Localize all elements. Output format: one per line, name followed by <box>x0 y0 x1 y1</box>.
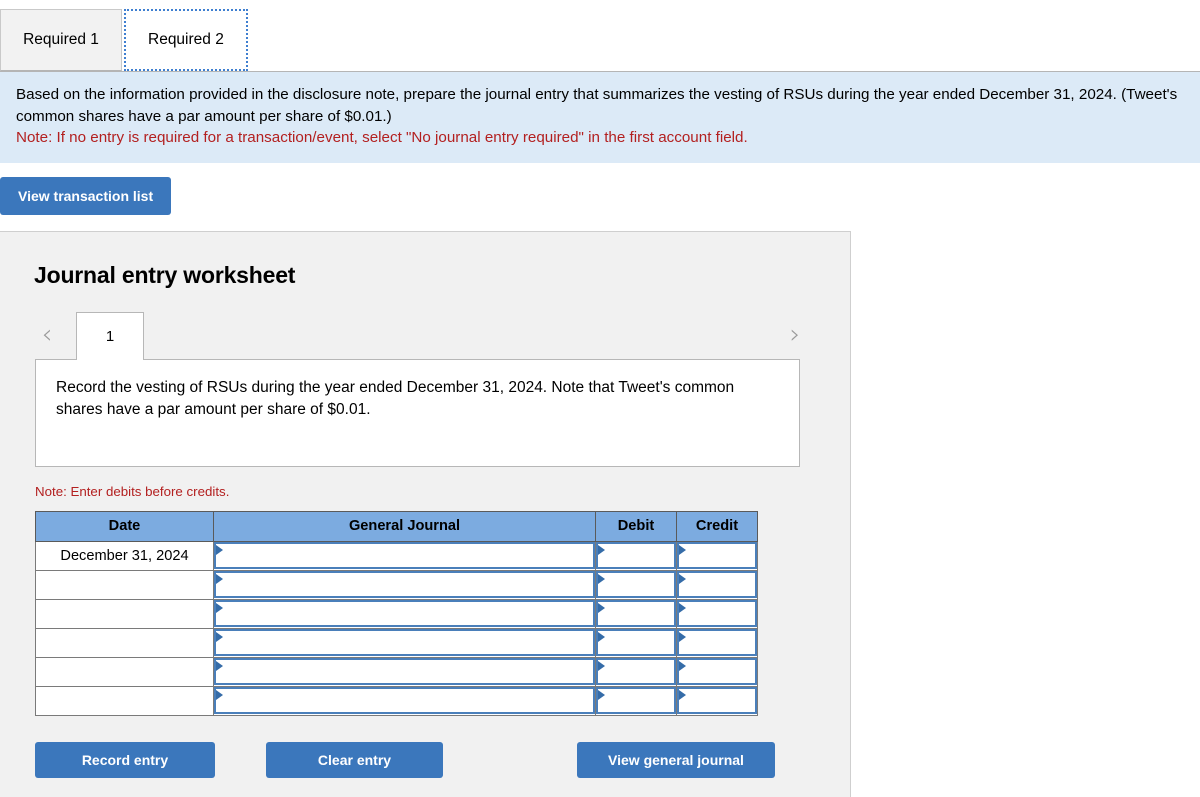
cell-date[interactable] <box>35 627 214 658</box>
chevron-left-icon[interactable]: ‹ <box>30 321 64 348</box>
general-journal-input[interactable] <box>225 689 591 713</box>
table-row: December 31, 2024 <box>35 540 758 571</box>
credit-input[interactable] <box>688 689 753 713</box>
debit-input[interactable] <box>607 689 672 713</box>
debit-input[interactable] <box>607 602 672 626</box>
debit-input[interactable] <box>607 631 672 655</box>
credit-field-wrapper <box>677 600 757 628</box>
cell-credit <box>676 685 758 716</box>
cell-debit <box>595 627 677 658</box>
cell-general-journal <box>213 540 596 571</box>
journal-table-body: December 31, 2024 <box>35 540 758 716</box>
general-journal-input[interactable] <box>225 631 591 655</box>
column-header-general-journal: General Journal <box>213 510 596 542</box>
cell-date[interactable] <box>35 656 214 687</box>
cell-general-journal <box>213 627 596 658</box>
debit-order-note: Note: Enter debits before credits. <box>35 483 230 499</box>
credit-field-wrapper <box>677 658 757 686</box>
cell-general-journal <box>213 598 596 629</box>
tab-required-2-label: Required 2 <box>148 31 224 48</box>
instructions-text: Based on the information provided in the… <box>16 86 1178 125</box>
general-journal-input[interactable] <box>225 573 591 597</box>
credit-input[interactable] <box>688 660 753 684</box>
tab-required-2[interactable]: Required 2 <box>124 9 248 71</box>
credit-input[interactable] <box>688 602 753 626</box>
table-row <box>35 569 758 600</box>
general-journal-input[interactable] <box>225 544 591 568</box>
debit-field-wrapper <box>596 571 676 599</box>
general-journal-field-wrapper <box>214 658 595 686</box>
general-journal-field-wrapper <box>214 629 595 657</box>
credit-field-wrapper <box>677 542 757 570</box>
instructions-note: Note: If no entry is required for a tran… <box>16 129 748 147</box>
general-journal-field-wrapper <box>214 571 595 599</box>
cell-general-journal <box>213 685 596 716</box>
cell-credit <box>676 627 758 658</box>
debit-field-wrapper <box>596 687 676 715</box>
general-journal-field-wrapper <box>214 600 595 628</box>
credit-input[interactable] <box>688 631 753 655</box>
worksheet-actions: Record entry Clear entry View general jo… <box>35 741 815 778</box>
debit-field-wrapper <box>596 629 676 657</box>
worksheet-pager: ‹ 1 › <box>0 311 850 360</box>
column-header-date: Date <box>35 510 214 542</box>
view-transaction-list-button[interactable]: View transaction list <box>0 176 172 215</box>
cell-general-journal <box>213 656 596 687</box>
cell-debit <box>595 569 677 600</box>
credit-input[interactable] <box>688 544 753 568</box>
cell-credit <box>676 569 758 600</box>
general-journal-input[interactable] <box>225 602 591 626</box>
table-row <box>35 627 758 658</box>
cell-date[interactable]: December 31, 2024 <box>35 540 214 571</box>
cell-credit <box>676 540 758 571</box>
cell-date[interactable] <box>35 569 214 600</box>
credit-field-wrapper <box>677 571 757 599</box>
general-journal-input[interactable] <box>225 660 591 684</box>
column-header-debit: Debit <box>595 510 677 542</box>
table-header-row: Date General Journal Debit Credit <box>35 510 758 542</box>
cell-credit <box>676 598 758 629</box>
tab-required-1[interactable]: Required 1 <box>0 9 122 71</box>
clear-entry-button[interactable]: Clear entry <box>266 741 443 778</box>
cell-credit <box>676 656 758 687</box>
debit-input[interactable] <box>607 544 672 568</box>
cell-debit <box>595 685 677 716</box>
table-row <box>35 656 758 687</box>
instructions-panel: Based on the information provided in the… <box>0 72 1200 163</box>
cell-date[interactable] <box>35 685 214 716</box>
column-header-credit: Credit <box>676 510 758 542</box>
requirement-tabbar: Required 1 Required 2 <box>0 0 1200 72</box>
transaction-description-text: Record the vesting of RSUs during the ye… <box>56 378 735 419</box>
worksheet-page-tab-1[interactable]: 1 <box>76 311 144 360</box>
transaction-description-box: Record the vesting of RSUs during the ye… <box>35 358 800 467</box>
worksheet-title: Journal entry worksheet <box>34 261 296 288</box>
journal-entry-worksheet-panel: Journal entry worksheet ‹ 1 › Record the… <box>0 230 851 797</box>
cell-date[interactable] <box>35 598 214 629</box>
cell-general-journal <box>213 569 596 600</box>
cell-debit <box>595 656 677 687</box>
view-general-journal-button[interactable]: View general journal <box>577 741 775 778</box>
general-journal-field-wrapper <box>214 687 595 715</box>
table-row <box>35 685 758 716</box>
cell-debit <box>595 598 677 629</box>
debit-field-wrapper <box>596 658 676 686</box>
debit-input[interactable] <box>607 573 672 597</box>
journal-entry-table: Date General Journal Debit Credit Decemb… <box>35 510 758 716</box>
record-entry-button[interactable]: Record entry <box>35 741 215 778</box>
general-journal-field-wrapper <box>214 542 595 570</box>
tab-required-1-label: Required 1 <box>23 31 99 48</box>
chevron-right-icon[interactable]: › <box>778 321 812 348</box>
debit-field-wrapper <box>596 600 676 628</box>
worksheet-toolbar: View transaction list <box>0 162 1200 231</box>
table-row <box>35 598 758 629</box>
credit-field-wrapper <box>677 687 757 715</box>
credit-field-wrapper <box>677 629 757 657</box>
debit-field-wrapper <box>596 542 676 570</box>
debit-input[interactable] <box>607 660 672 684</box>
worksheet-page-number: 1 <box>105 327 115 345</box>
cell-debit <box>595 540 677 571</box>
credit-input[interactable] <box>688 573 753 597</box>
